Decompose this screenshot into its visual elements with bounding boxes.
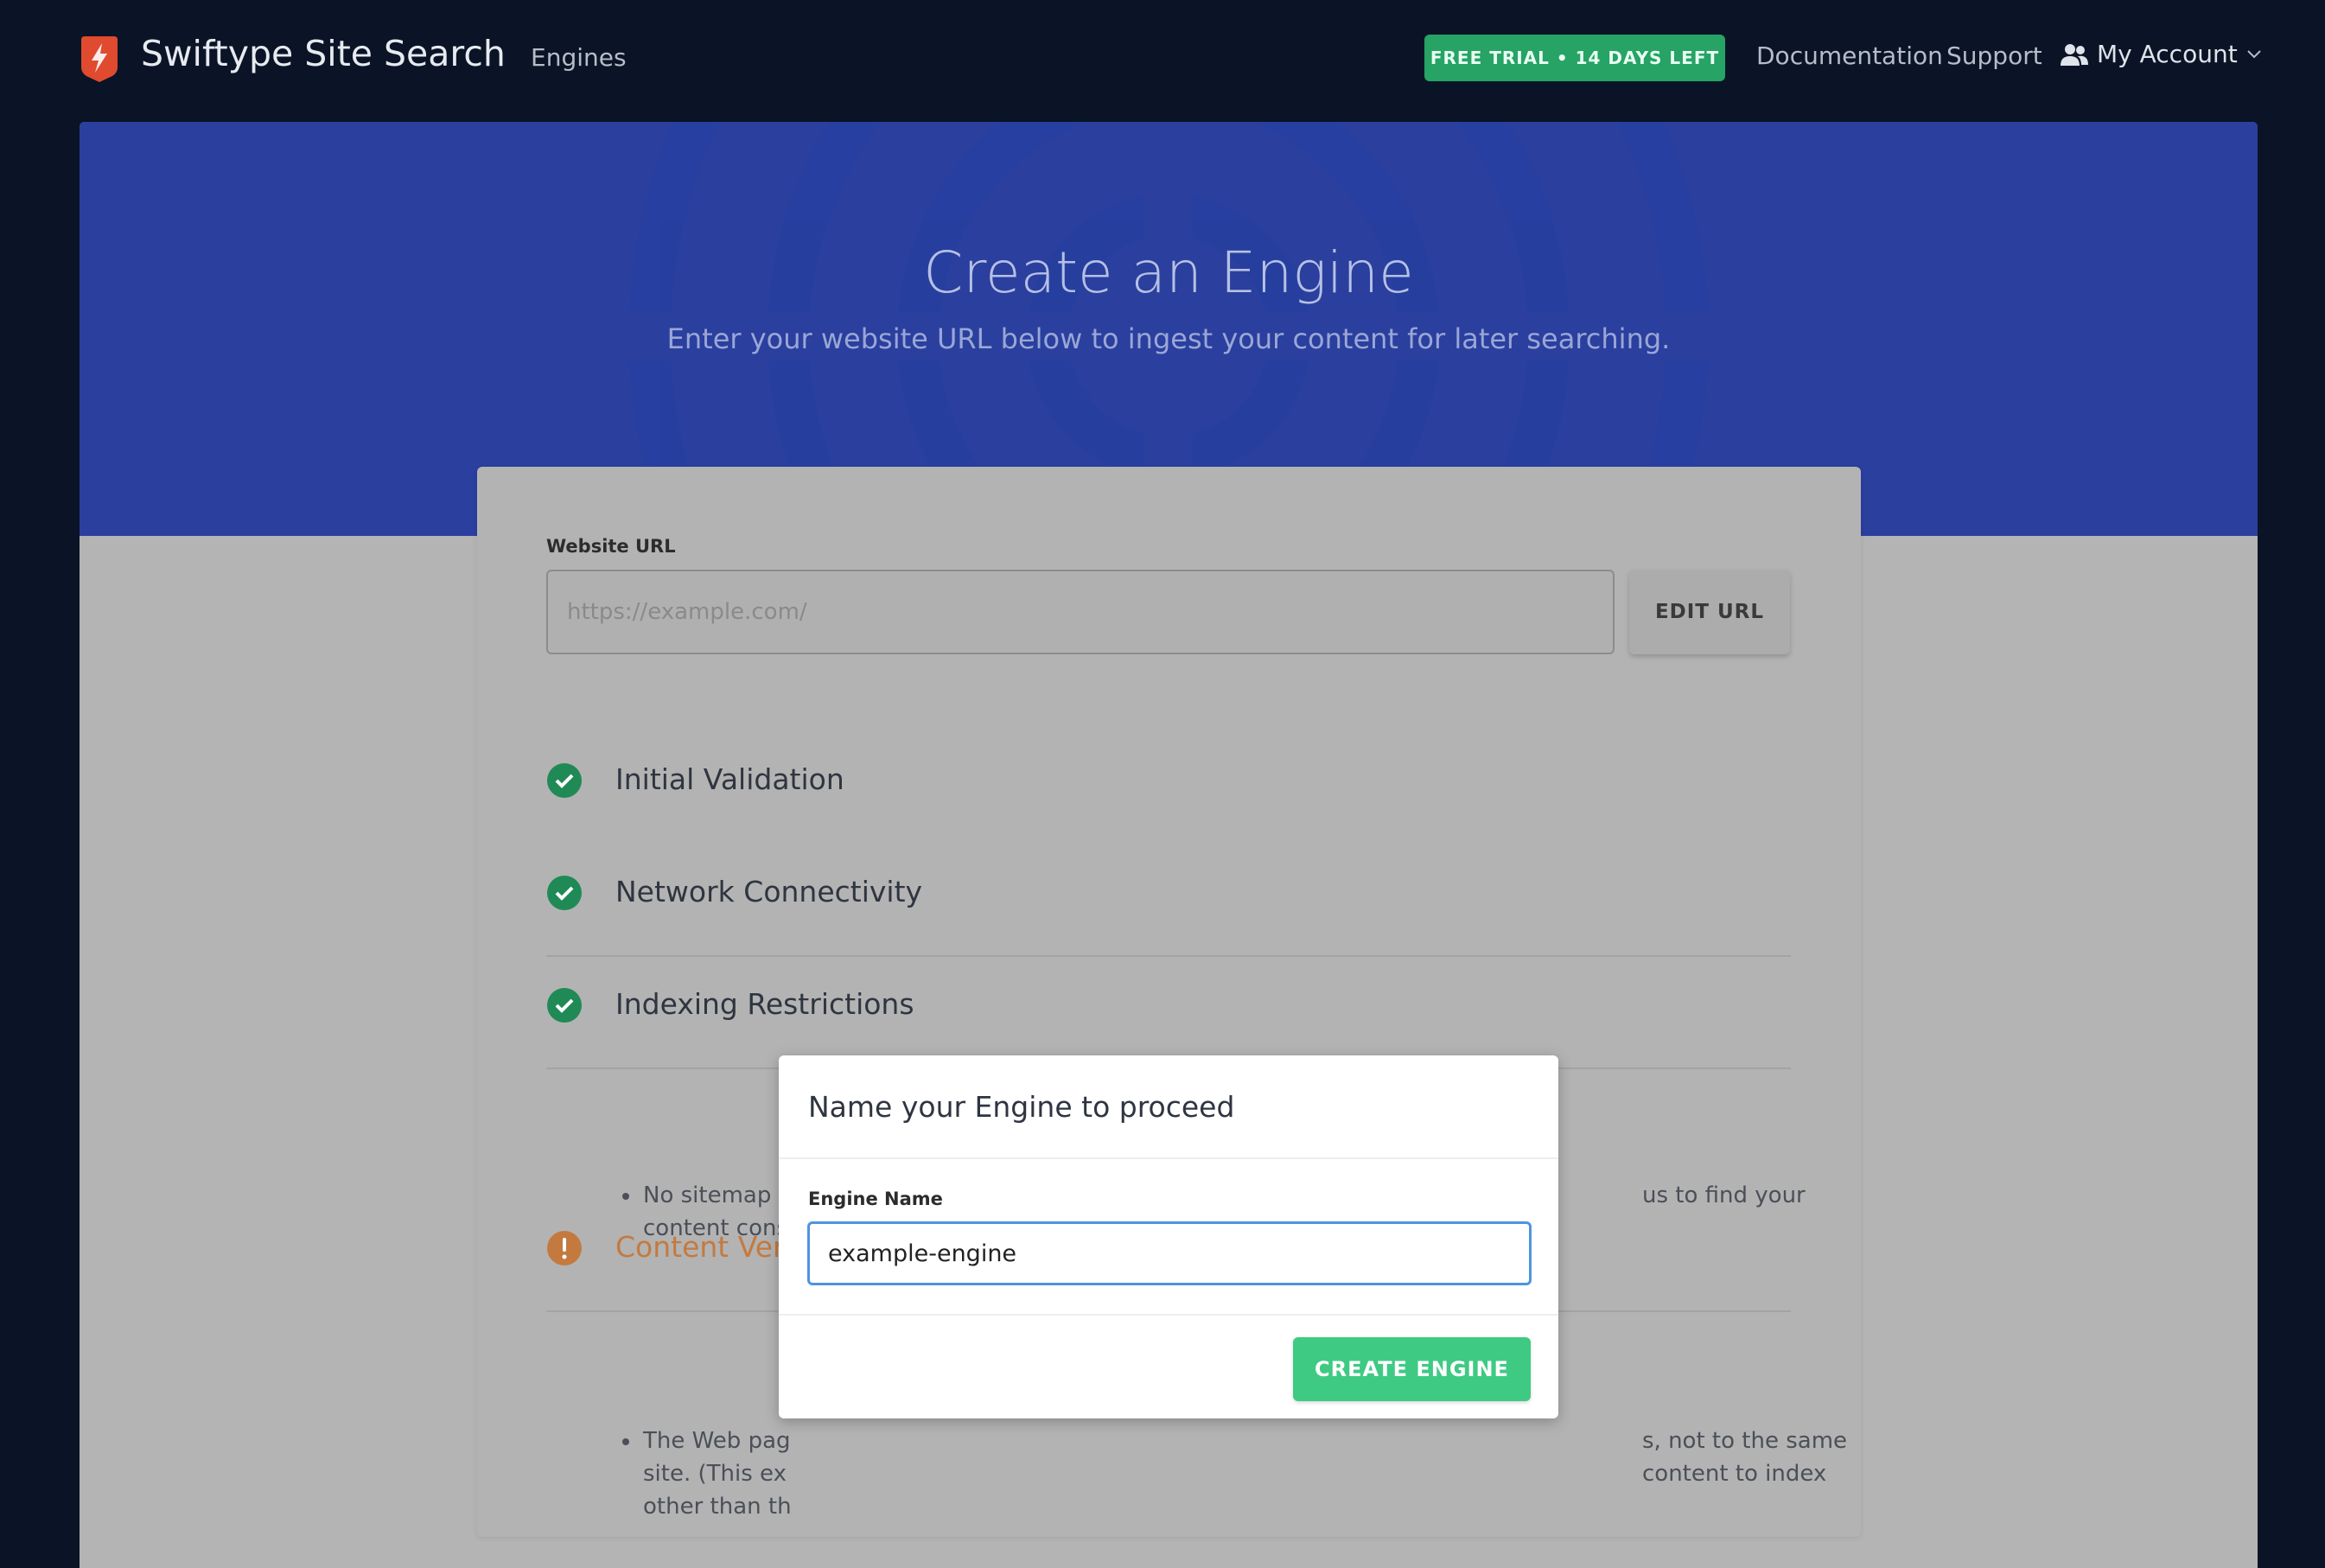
edit-url-button[interactable]: EDIT URL	[1629, 570, 1790, 654]
top-navbar: Swiftype Site Search Engines FREE TRIAL …	[0, 0, 2325, 116]
brand-name[interactable]: Swiftype Site Search	[141, 33, 506, 74]
check-detail-text: site. (This ex	[643, 1461, 787, 1487]
check-title: Content Ver	[615, 1230, 785, 1264]
nav-link-engines[interactable]: Engines	[531, 43, 627, 72]
page-subtitle: Enter your website URL below to ingest y…	[666, 322, 1671, 355]
swiftype-logo-icon[interactable]	[80, 33, 119, 83]
bullet	[622, 1193, 629, 1200]
check-title: Indexing Restrictions	[615, 987, 914, 1021]
account-menu[interactable]: My Account	[2061, 40, 2262, 68]
account-label: My Account	[2097, 40, 2238, 68]
check-detail-text: content to index	[1642, 1461, 1827, 1487]
users-icon	[2061, 43, 2088, 66]
check-detail-text: The Web pag	[643, 1428, 791, 1454]
check-detail-text: us to find your	[1642, 1182, 1806, 1208]
check-detail-text: other than th	[643, 1494, 792, 1520]
check-title: Initial Validation	[615, 762, 844, 796]
website-url-input[interactable]	[546, 570, 1615, 654]
modal-title: Name your Engine to proceed	[808, 1090, 1235, 1124]
nav-link-support[interactable]: Support	[1946, 41, 2042, 70]
website-url-label: Website URL	[546, 536, 676, 557]
check-detail-text: s, not to the same	[1642, 1428, 1848, 1454]
check-circle-icon	[547, 876, 582, 910]
warning-circle-icon	[547, 1231, 582, 1265]
check-circle-icon	[547, 988, 582, 1023]
engine-name-input[interactable]	[807, 1221, 1532, 1285]
check-title: Network Connectivity	[615, 875, 923, 908]
modal-divider	[779, 1314, 1558, 1316]
create-engine-button[interactable]: CREATE ENGINE	[1293, 1337, 1531, 1401]
engine-name-label: Engine Name	[808, 1189, 943, 1209]
divider	[546, 955, 1791, 957]
chevron-down-icon	[2246, 49, 2261, 58]
bullet	[622, 1438, 629, 1445]
modal-divider	[779, 1157, 1558, 1159]
name-engine-modal: Name your Engine to proceed Engine Name …	[779, 1055, 1558, 1418]
free-trial-badge[interactable]: FREE TRIAL • 14 DAYS LEFT	[1424, 35, 1725, 81]
check-circle-icon	[547, 763, 582, 798]
check-detail-text: No sitemap f	[643, 1182, 787, 1208]
nav-link-documentation[interactable]: Documentation	[1756, 41, 1943, 70]
page-title: Create an Engine	[923, 239, 1414, 306]
